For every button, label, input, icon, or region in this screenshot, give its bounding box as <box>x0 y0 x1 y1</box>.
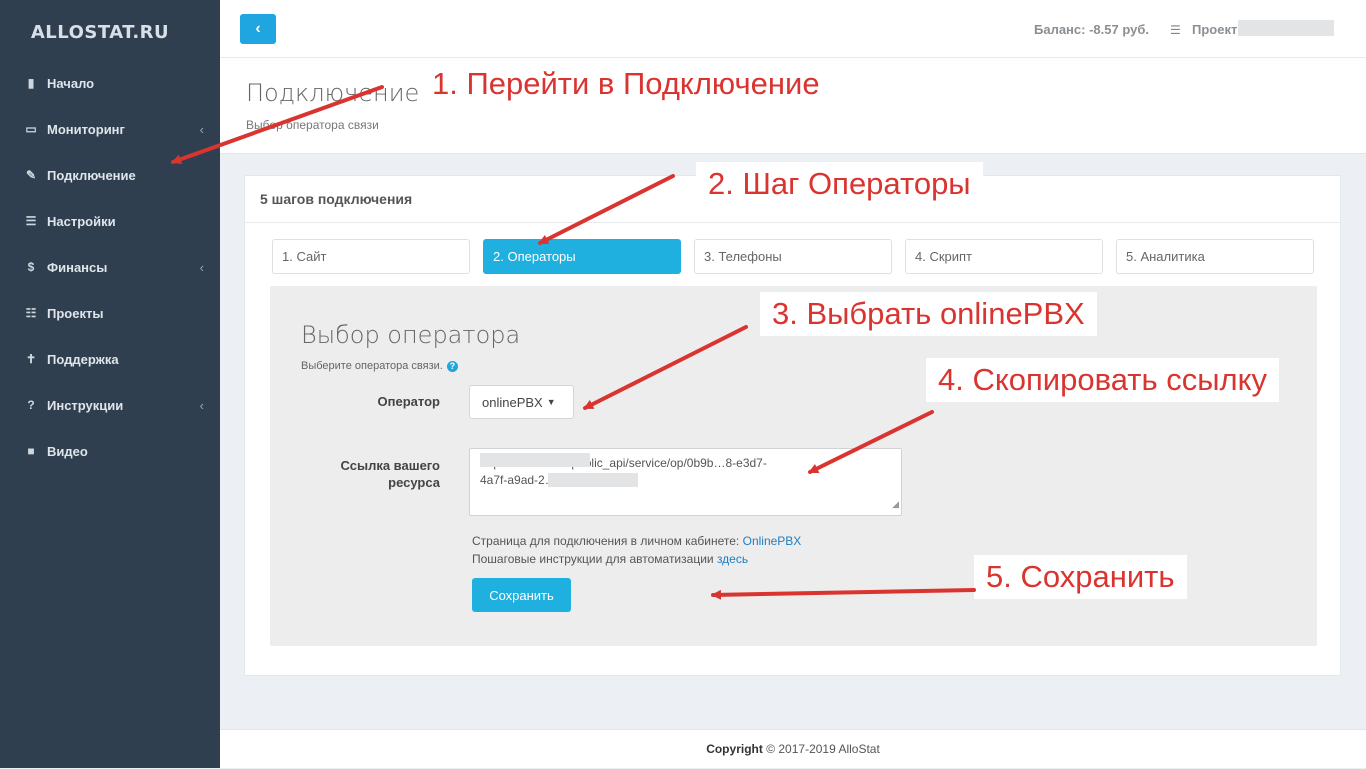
annotation-step-3: 3. Выбрать onlinePBX <box>760 292 1097 336</box>
info-line-cabinet: Страница для подключения в личном кабине… <box>472 534 801 548</box>
sidebar-item-label: Подключение <box>47 167 136 183</box>
operator-select-value: onlinePBX <box>482 394 543 410</box>
video-icon: ■ <box>27 444 35 458</box>
chevron-left-icon: ‹ <box>199 397 204 413</box>
sidebar-item-label: Видео <box>47 443 88 459</box>
operator-label: Оператор <box>377 394 440 409</box>
resize-handle-icon[interactable]: ◢ <box>892 496 899 513</box>
annotation-step-5: 5. Сохранить <box>974 555 1187 599</box>
sidebar-item-settings[interactable]: ☰ Настройки <box>24 211 204 231</box>
info-instructions-text: Пошаговые инструкции для автоматизации <box>472 552 714 566</box>
footer: Copyright © 2017-2019 AlloStat <box>220 729 1366 768</box>
chevron-left-icon: ‹ <box>199 121 204 137</box>
url-line2: 4a7f-a9ad-2…6 <box>480 473 564 487</box>
top-bar: ‹ Баланс: -8.57 руб. ☰ Проект <box>220 0 1366 58</box>
project-label[interactable]: Проект <box>1192 22 1237 37</box>
balance-text: Баланс: -8.57 руб. <box>1034 22 1149 37</box>
chevron-left-icon: ‹ <box>255 20 261 37</box>
footer-copyright-label: Copyright <box>706 742 763 756</box>
dollar-icon: $ <box>27 260 35 274</box>
divider <box>245 222 1340 223</box>
app-logo[interactable]: ALLOSTAT.RU <box>0 22 200 43</box>
operator-select[interactable]: onlinePBX ▼ <box>469 385 574 419</box>
panel-subtitle-text: Выберите оператора связи. <box>301 360 443 372</box>
step-tab-script[interactable]: 4. Скрипт <box>905 239 1103 274</box>
page-title: Подключение <box>246 79 420 107</box>
sidebar-item-monitoring[interactable]: ▭ Мониторинг ‹ <box>24 119 204 139</box>
sidebar-item-finance[interactable]: $ Финансы ‹ <box>24 257 204 277</box>
support-icon: ✝ <box>25 352 37 366</box>
footer-text: © 2017-2019 AlloStat <box>766 742 880 756</box>
url-label-line1: Ссылка вашего <box>340 458 440 473</box>
onlinepbx-link[interactable]: OnlinePBX <box>743 534 802 548</box>
panel-subtitle: Выберите оператора связи. ? <box>301 360 458 372</box>
question-icon: ? <box>27 398 35 412</box>
resource-url-textarea[interactable]: https://allostat.ru/public_api/service/o… <box>469 448 902 516</box>
help-icon[interactable]: ? <box>446 360 458 372</box>
sidebar-item-connection[interactable]: ✎ Подключение <box>24 165 204 185</box>
bookmark-icon: ▮ <box>27 76 35 90</box>
chevron-left-icon: ‹ <box>199 259 204 275</box>
annotation-step-2: 2. Шаг Операторы <box>696 162 983 206</box>
save-button[interactable]: Сохранить <box>472 578 571 612</box>
sidebar: ALLOSTAT.RU ▮ Начало ▭ Мониторинг ‹ ✎ По… <box>0 0 220 768</box>
panel-title: Выбор оператора <box>301 321 521 349</box>
info-cabinet-text: Страница для подключения в личном кабине… <box>472 534 740 548</box>
redacted-block <box>548 473 638 487</box>
redacted-block <box>480 453 590 467</box>
sidebar-item-label: Финансы <box>47 259 108 275</box>
sidebar-item-label: Проекты <box>47 305 104 321</box>
sidebar-item-label: Мониторинг <box>47 121 125 137</box>
steps-card: 5 шагов подключения 1. Сайт 2. Операторы… <box>244 175 1341 676</box>
sidebar-item-label: Настройки <box>47 213 116 229</box>
sidebar-item-video[interactable]: ■ Видео <box>24 441 204 461</box>
list-icon: ☰ <box>1170 23 1181 37</box>
step-tab-phones[interactable]: 3. Телефоны <box>694 239 892 274</box>
plug-icon: ✎ <box>25 168 37 182</box>
step-tab-site[interactable]: 1. Сайт <box>272 239 470 274</box>
card-title: 5 шагов подключения <box>260 191 413 207</box>
info-line-instructions: Пошаговые инструкции для автоматизации з… <box>472 552 748 566</box>
url-label: Ссылка вашего ресурса <box>300 457 440 491</box>
step-tab-operators[interactable]: 2. Операторы <box>483 239 681 274</box>
annotation-step-4: 4. Скопировать ссылку <box>926 358 1280 402</box>
caret-down-icon: ▼ <box>546 397 556 407</box>
sidebar-item-home[interactable]: ▮ Начало <box>24 73 204 93</box>
page-subtitle: Выбор оператора связи <box>246 118 379 132</box>
sidebar-item-label: Инструкции <box>47 397 124 413</box>
instructions-link[interactable]: здесь <box>717 552 748 566</box>
sidebar-item-projects[interactable]: ☷ Проекты <box>24 303 204 323</box>
back-button[interactable]: ‹ <box>240 14 276 44</box>
sidebar-item-instructions[interactable]: ? Инструкции ‹ <box>24 395 204 415</box>
sidebar-item-support[interactable]: ✝ Поддержка <box>24 349 204 369</box>
sidebar-item-label: Поддержка <box>47 351 119 367</box>
project-name-redacted <box>1238 20 1334 36</box>
url-label-line2: ресурса <box>388 475 440 490</box>
step-tab-analytics[interactable]: 5. Аналитика <box>1116 239 1314 274</box>
monitor-icon: ▭ <box>25 122 37 136</box>
list-icon: ☷ <box>25 306 37 320</box>
sliders-icon: ☰ <box>25 214 37 228</box>
annotation-step-1: 1. Перейти в Подключение <box>420 62 832 106</box>
sidebar-item-label: Начало <box>47 75 95 91</box>
